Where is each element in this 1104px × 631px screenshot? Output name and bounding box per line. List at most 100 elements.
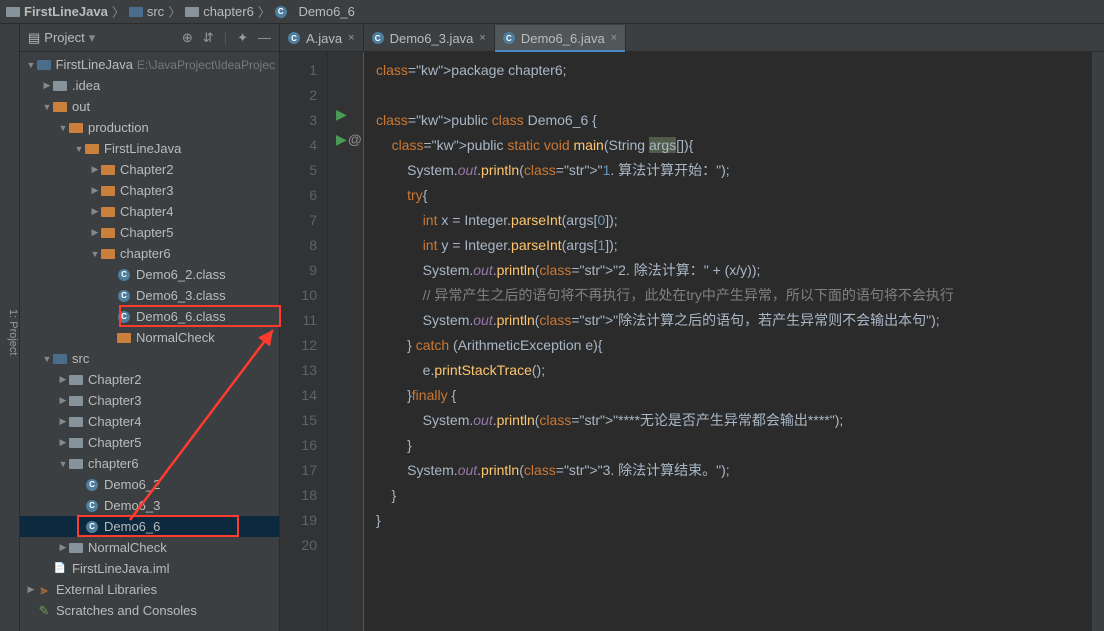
line-number[interactable]: 10 <box>280 283 317 308</box>
line-number[interactable]: 11 <box>280 308 317 333</box>
line-number[interactable]: 8 <box>280 233 317 258</box>
close-icon[interactable]: × <box>479 32 485 44</box>
code-content[interactable]: class="kw">package chapter6; class="kw">… <box>364 52 1092 631</box>
tree-arrow-icon[interactable]: ▼ <box>74 144 84 154</box>
hide-icon[interactable]: — <box>258 30 271 46</box>
editor-tab[interactable]: Demo6_3.java× <box>364 25 495 51</box>
line-gutter[interactable]: 1234567891011121314151617181920 <box>280 52 328 631</box>
tree-row[interactable]: Demo6_6.class <box>20 306 279 327</box>
close-icon[interactable]: × <box>348 32 354 44</box>
tree-row[interactable]: ▶Chapter2 <box>20 159 279 180</box>
icon-gutter[interactable]: ▶ ▶ @ <box>328 52 364 631</box>
line-number[interactable]: 9 <box>280 258 317 283</box>
tree-row[interactable]: Demo6_6 <box>20 516 279 537</box>
tree-row[interactable]: ▶ Chapter4 <box>20 411 279 432</box>
tree-label: NormalCheck <box>136 330 215 345</box>
tree-arrow-icon[interactable]: ▶ <box>58 542 68 553</box>
tree-label: src <box>72 351 89 366</box>
line-number[interactable]: 6 <box>280 183 317 208</box>
editor-tabs[interactable]: A.java×Demo6_3.java×Demo6_6.java× <box>280 24 1104 52</box>
tree-row[interactable]: ▶.idea <box>20 75 279 96</box>
tree-label: Chapter4 <box>88 414 141 429</box>
target-icon[interactable]: ⊕ <box>182 30 193 46</box>
tree-row[interactable]: ▶Chapter4 <box>20 201 279 222</box>
tree-row[interactable]: Demo6_2 <box>20 474 279 495</box>
folder-icon <box>68 436 84 450</box>
line-number[interactable]: 13 <box>280 358 317 383</box>
editor-scrollbar[interactable] <box>1092 52 1104 631</box>
run-icon[interactable]: ▶ <box>336 127 347 152</box>
gear-icon[interactable]: ✦ <box>237 30 248 46</box>
line-number[interactable]: 19 <box>280 508 317 533</box>
override-icon[interactable]: @ <box>348 127 362 152</box>
bc-project[interactable]: FirstLineJava <box>24 4 108 19</box>
line-number[interactable]: 12 <box>280 333 317 358</box>
class-icon <box>84 499 100 513</box>
tree-row[interactable]: ▼ src <box>20 348 279 369</box>
tree-row[interactable]: ▶Chapter3 <box>20 390 279 411</box>
tree-row[interactable]: ▶Chapter5 <box>20 222 279 243</box>
tree-row[interactable]: ▶Chapter5 <box>20 432 279 453</box>
tree-row[interactable]: NormalCheck <box>20 327 279 348</box>
editor-tab[interactable]: Demo6_6.java× <box>495 25 626 51</box>
run-icon[interactable]: ▶ <box>336 102 347 127</box>
folder-icon <box>68 373 84 387</box>
line-number[interactable]: 15 <box>280 408 317 433</box>
tree-arrow-icon[interactable]: ▶ <box>58 437 68 448</box>
bc-src[interactable]: src <box>147 4 164 19</box>
tree-row[interactable]: ▼chapter6 <box>20 243 279 264</box>
tree-row[interactable]: ✎Scratches and Consoles <box>20 600 279 621</box>
tree-arrow-icon[interactable]: ▶ <box>90 206 100 217</box>
chevron-down-icon[interactable]: ▾ <box>89 30 96 46</box>
line-number[interactable]: 14 <box>280 383 317 408</box>
tree-row[interactable]: ▶NormalCheck <box>20 537 279 558</box>
tree-arrow-icon[interactable]: ▼ <box>26 60 36 70</box>
tree-arrow-icon[interactable]: ▶ <box>58 374 68 385</box>
project-view-icon: ▤ <box>28 30 40 46</box>
tree-row[interactable]: ▼out <box>20 96 279 117</box>
tree-row[interactable]: 📄FirstLineJava.iml <box>20 558 279 579</box>
tree-arrow-icon[interactable]: ▶ <box>58 416 68 427</box>
tree-row[interactable]: Demo6_3 <box>20 495 279 516</box>
bc-file[interactable]: Demo6_6 <box>298 4 354 19</box>
tree-arrow-icon[interactable]: ▼ <box>58 459 68 469</box>
tree-row[interactable]: ▼FirstLineJava <box>20 138 279 159</box>
expand-icon[interactable]: ⇵ <box>203 30 214 46</box>
tree-arrow-icon[interactable]: ▶ <box>90 185 100 196</box>
line-number[interactable]: 16 <box>280 433 317 458</box>
line-number[interactable]: 3 <box>280 108 317 133</box>
line-number[interactable]: 18 <box>280 483 317 508</box>
bc-chapter[interactable]: chapter6 <box>203 4 254 19</box>
tree-arrow-icon[interactable]: ▶ <box>42 80 52 91</box>
tree-arrow-icon[interactable]: ▶ <box>90 227 100 238</box>
tree-row[interactable]: ▶Chapter2 <box>20 369 279 390</box>
editor-tab[interactable]: A.java× <box>280 25 364 51</box>
tree-arrow-icon[interactable]: ▼ <box>90 249 100 259</box>
tree-arrow-icon[interactable]: ▶ <box>26 584 36 595</box>
tree-row[interactable]: Demo6_2.class <box>20 264 279 285</box>
panel-title[interactable]: Project <box>44 30 84 45</box>
tree-arrow-icon[interactable]: ▶ <box>90 164 100 175</box>
tree-arrow-icon[interactable]: ▼ <box>58 123 68 133</box>
tree-row[interactable]: ▼chapter6 <box>20 453 279 474</box>
tree-row[interactable]: Demo6_3.class <box>20 285 279 306</box>
chevron-right-icon: 〉 <box>258 2 271 21</box>
close-icon[interactable]: × <box>611 32 617 44</box>
line-number[interactable]: 2 <box>280 83 317 108</box>
tree-arrow-icon[interactable]: ▼ <box>42 102 52 112</box>
tree-row[interactable]: ▶⫸External Libraries <box>20 579 279 600</box>
tree-arrow-icon[interactable]: ▶ <box>58 395 68 406</box>
tree-row[interactable]: ▼FirstLineJavaE:\JavaProject\IdeaProjec <box>20 54 279 75</box>
project-tool-tab[interactable]: 1: Project <box>0 24 20 631</box>
tree-row[interactable]: ▶Chapter3 <box>20 180 279 201</box>
tree-row[interactable]: ▼production <box>20 117 279 138</box>
line-number[interactable]: 4 <box>280 133 317 158</box>
line-number[interactable]: 17 <box>280 458 317 483</box>
line-number[interactable]: 7 <box>280 208 317 233</box>
line-number[interactable]: 1 <box>280 58 317 83</box>
line-number[interactable]: 5 <box>280 158 317 183</box>
project-tree[interactable]: ▼FirstLineJavaE:\JavaProject\IdeaProjec▶… <box>20 52 279 631</box>
tree-arrow-icon[interactable]: ▼ <box>42 354 52 364</box>
line-number[interactable]: 20 <box>280 533 317 558</box>
breadcrumb[interactable]: FirstLineJava 〉 src 〉 chapter6 〉 Demo6_6 <box>0 0 1104 24</box>
